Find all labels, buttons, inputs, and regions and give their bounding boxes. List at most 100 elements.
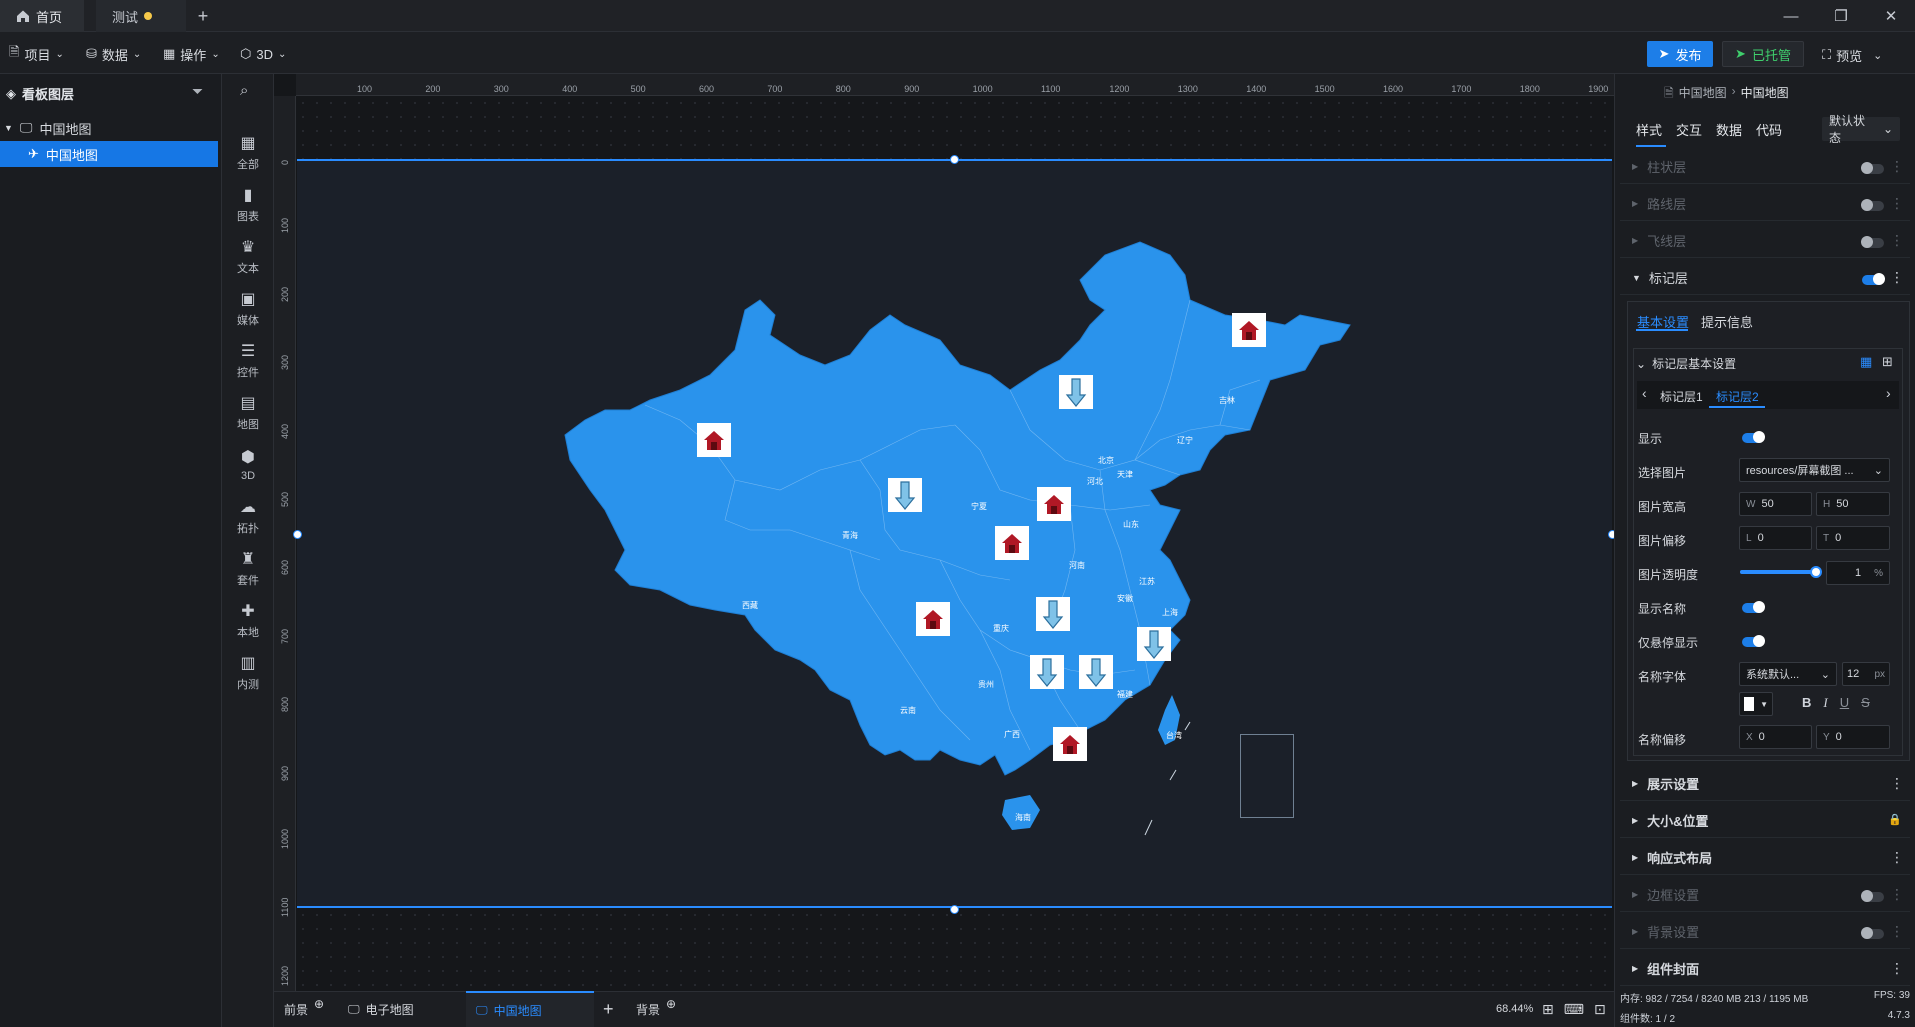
layout-split-icon[interactable]: ⊞	[1882, 354, 1893, 370]
close-button[interactable]: ✕	[1867, 0, 1915, 32]
layer-item-china-map[interactable]: ✈ 中国地图	[0, 141, 218, 167]
breadcrumb-root[interactable]: 中国地图	[1679, 84, 1727, 105]
component-category-1[interactable]: ▮ 图表	[222, 178, 274, 230]
strikethrough-icon[interactable]: S	[1861, 695, 1870, 711]
filter-icon[interactable]: ⏷	[192, 83, 203, 100]
property-tab[interactable]: 样式	[1636, 120, 1662, 139]
layer-group-china-map[interactable]: ▼ 🖵 中国地图	[0, 115, 218, 141]
property-tab[interactable]: 数据	[1716, 120, 1742, 139]
restore-button[interactable]: ❐	[1817, 0, 1865, 32]
hover-only-toggle[interactable]	[1742, 635, 1765, 647]
map-marker-house[interactable]	[697, 423, 731, 457]
more-icon[interactable]: ⋮	[1890, 776, 1904, 790]
tab-home[interactable]: 首页	[0, 0, 84, 32]
more-icon[interactable]: ⋮	[1890, 233, 1904, 247]
resize-handle-top[interactable]	[950, 155, 959, 164]
section-toggle[interactable]	[1861, 199, 1884, 211]
name-offset-y-input[interactable]: Y0	[1816, 725, 1890, 749]
component-category-6[interactable]: ⬢ 3D	[222, 438, 274, 490]
section-toggle[interactable]	[1861, 162, 1884, 174]
state-select[interactable]: 默认状态 ⌄	[1822, 114, 1900, 145]
map-marker-house[interactable]	[1232, 313, 1266, 347]
resize-handle-bottom[interactable]	[950, 905, 959, 914]
map-marker-arrow[interactable]	[1036, 597, 1070, 631]
more-icon[interactable]: ⋮	[1890, 887, 1904, 901]
fit-screen-icon[interactable]: ⊞	[1542, 1001, 1554, 1018]
more-icon[interactable]: ⋮	[1890, 159, 1904, 173]
menu-project[interactable]: 🗎 项目 ⌄	[9, 44, 64, 64]
width-input[interactable]: W 50	[1739, 492, 1812, 516]
map-marker-house[interactable]	[1053, 727, 1087, 761]
offset-left-input[interactable]: L0	[1739, 526, 1812, 550]
italic-icon[interactable]: I	[1823, 695, 1827, 711]
new-tab-button[interactable]: +	[186, 0, 220, 32]
map-marker-house[interactable]	[995, 526, 1029, 560]
layer-tab-2[interactable]: 标记层2	[1716, 388, 1759, 405]
add-page-button[interactable]: +	[603, 991, 614, 1027]
foreground-tab[interactable]: 前景 ⊕	[284, 991, 324, 1027]
more-icon[interactable]: ⋮	[1890, 850, 1904, 864]
zoom-level[interactable]: 68.44%	[1496, 991, 1533, 1027]
more-icon[interactable]: ⋮	[1890, 196, 1904, 210]
resize-handle-left[interactable]	[293, 530, 302, 539]
name-offset-x-input[interactable]: X0	[1739, 725, 1812, 749]
section-sections_bottom-2[interactable]: ▶ 响应式布局	[1620, 841, 1910, 875]
font-size-input[interactable]: 12 px	[1842, 662, 1890, 686]
section-sections_bottom-1[interactable]: ▶ 大小&位置	[1620, 804, 1910, 838]
component-category-2[interactable]: ♛ 文本	[222, 230, 274, 282]
minimize-button[interactable]: —	[1767, 0, 1815, 32]
opacity-input[interactable]: 1%	[1826, 561, 1890, 585]
underline-icon[interactable]: U	[1840, 695, 1849, 711]
component-category-5[interactable]: ▤ 地图	[222, 386, 274, 438]
component-category-7[interactable]: ☁ 拓扑	[222, 490, 274, 542]
show-name-toggle[interactable]	[1742, 601, 1765, 613]
component-category-3[interactable]: ▣ 媒体	[222, 282, 274, 334]
map-marker-arrow[interactable]	[1079, 655, 1113, 689]
chevron-right-icon[interactable]: ›	[1886, 385, 1891, 401]
section-sections_bottom-0[interactable]: ▶ 展示设置	[1620, 767, 1910, 801]
basic-settings-header[interactable]: ⌄ 标记层基本设置	[1636, 355, 1736, 372]
layout-grid-icon[interactable]: ▦	[1860, 354, 1872, 370]
show-toggle[interactable]	[1742, 431, 1765, 443]
component-category-10[interactable]: ▥ 内测	[222, 646, 274, 698]
bold-icon[interactable]: B	[1802, 695, 1811, 711]
opacity-slider-handle[interactable]	[1810, 566, 1822, 578]
section-toggle[interactable]	[1861, 927, 1884, 939]
hosted-button[interactable]: ➤ 已托管	[1722, 41, 1804, 67]
image-select[interactable]: resources/屏幕截图 ... ⌄	[1739, 458, 1890, 482]
component-category-4[interactable]: ☰ 控件	[222, 334, 274, 386]
menu-operate[interactable]: ▦ 操作 ⌄	[163, 44, 220, 64]
more-icon[interactable]: ⋮	[1890, 270, 1904, 284]
font-select[interactable]: 系统默认... ⌄	[1739, 662, 1837, 686]
layer-tab-1[interactable]: 标记层1	[1660, 388, 1703, 405]
property-tab[interactable]: 代码	[1756, 120, 1782, 139]
font-color-picker[interactable]: ▼	[1739, 692, 1773, 716]
marker-layer-toggle[interactable]	[1862, 273, 1885, 285]
height-input[interactable]: H 50	[1816, 492, 1890, 516]
opacity-slider[interactable]	[1740, 566, 1822, 578]
section-toggle[interactable]	[1861, 236, 1884, 248]
preview-button[interactable]: ⛶ 预览 ⌄	[1822, 45, 1882, 65]
background-tab[interactable]: 背景 ⊕	[636, 991, 676, 1027]
map-marker-house[interactable]	[1037, 487, 1071, 521]
map-marker-arrow[interactable]	[1137, 627, 1171, 661]
publish-button[interactable]: ➤ 发布	[1647, 41, 1713, 67]
add-circle-icon[interactable]: ⊕	[666, 997, 676, 1011]
section-sections_bottom-5[interactable]: ▶ 组件封面	[1620, 952, 1910, 986]
menu-3d[interactable]: ⬡ 3D ⌄	[240, 44, 286, 64]
menu-data[interactable]: ⛁ 数据 ⌄	[86, 44, 141, 64]
tab-test[interactable]: 测试	[96, 0, 186, 32]
component-category-0[interactable]: ▦ 全部	[222, 126, 274, 178]
map-marker-house[interactable]	[916, 602, 950, 636]
component-category-9[interactable]: ✚ 本地	[222, 594, 274, 646]
chevron-left-icon[interactable]: ‹	[1642, 385, 1647, 401]
more-icon[interactable]: ⋮	[1890, 961, 1904, 975]
subtab-tooltip[interactable]: 提示信息	[1701, 312, 1753, 331]
map-marker-arrow[interactable]	[1030, 655, 1064, 689]
map-marker-arrow[interactable]	[1059, 375, 1093, 409]
page-tab-electronic-map[interactable]: 🖵 电子地图	[348, 991, 414, 1027]
keyboard-icon[interactable]: ⌨	[1564, 1001, 1584, 1018]
add-circle-icon[interactable]: ⊕	[314, 997, 324, 1011]
component-category-8[interactable]: ♜ 套件	[222, 542, 274, 594]
search-icon[interactable]: ⌕	[240, 82, 248, 99]
